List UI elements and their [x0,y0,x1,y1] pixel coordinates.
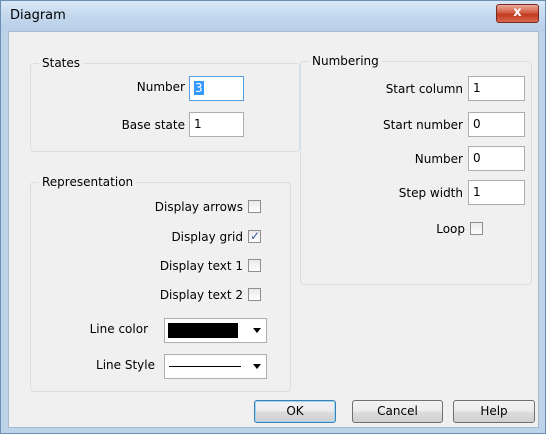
start-number-label: Start number [383,118,463,132]
start-number-value: 0 [473,117,481,131]
start-column-value: 1 [473,81,481,95]
dropdown-arrow-icon [253,328,261,333]
start-column-label: Start column [385,82,463,96]
line-style-dropdown[interactable] [164,354,267,379]
display-text-1-checkbox[interactable] [248,259,261,272]
display-arrows-checkbox[interactable] [248,200,261,213]
line-color-label: Line color [89,322,148,336]
numbering-number-label: Number [414,152,463,166]
states-number-field[interactable]: 3 [189,76,244,101]
window-title: Diagram [10,8,66,23]
help-button[interactable]: Help [453,400,535,423]
step-width-label: Step width [398,186,463,200]
step-width-value: 1 [473,185,481,199]
cancel-button[interactable]: Cancel [352,400,443,423]
loop-label: Loop [436,222,465,236]
display-grid-label: Display grid [171,230,243,244]
states-number-label: Number [136,80,185,94]
cancel-button-label: Cancel [377,404,418,418]
display-arrows-label: Display arrows [154,200,243,214]
states-number-value: 3 [194,81,204,95]
close-button[interactable]: x [496,4,539,23]
help-button-label: Help [480,404,508,418]
numbering-group-title: Numbering [309,54,382,68]
dropdown-arrow-icon [253,364,261,369]
start-number-field[interactable]: 0 [468,112,525,137]
loop-checkbox[interactable] [470,222,483,235]
line-color-swatch [168,323,238,338]
start-column-field[interactable]: 1 [468,76,525,101]
line-style-label: Line Style [96,358,155,372]
dialog-window: Diagram x States Number 3 Base state 1 R… [0,0,546,434]
display-text-2-checkbox[interactable] [248,288,261,301]
ok-button[interactable]: OK [254,400,336,423]
states-group-title: States [39,56,84,70]
representation-group-title: Representation [39,175,137,189]
base-state-label: Base state [121,118,185,132]
display-grid-checkbox[interactable]: ✓ [248,229,261,243]
step-width-field[interactable]: 1 [468,180,525,205]
display-text-1-label: Display text 1 [159,259,243,273]
numbering-number-value: 0 [473,151,481,165]
display-text-2-label: Display text 2 [159,288,243,302]
dialog-client-area: States Number 3 Base state 1 Representat… [8,31,539,428]
line-color-dropdown[interactable] [164,318,267,343]
title-bar[interactable]: Diagram x [1,1,545,31]
ok-button-label: OK [286,404,304,418]
states-group: States [30,56,300,152]
close-icon: x [513,5,522,20]
line-style-sample [169,366,241,367]
checkmark-icon: ✓ [249,229,261,243]
numbering-number-field[interactable]: 0 [468,146,525,171]
base-state-field[interactable]: 1 [189,112,244,137]
base-state-value: 1 [194,117,202,131]
